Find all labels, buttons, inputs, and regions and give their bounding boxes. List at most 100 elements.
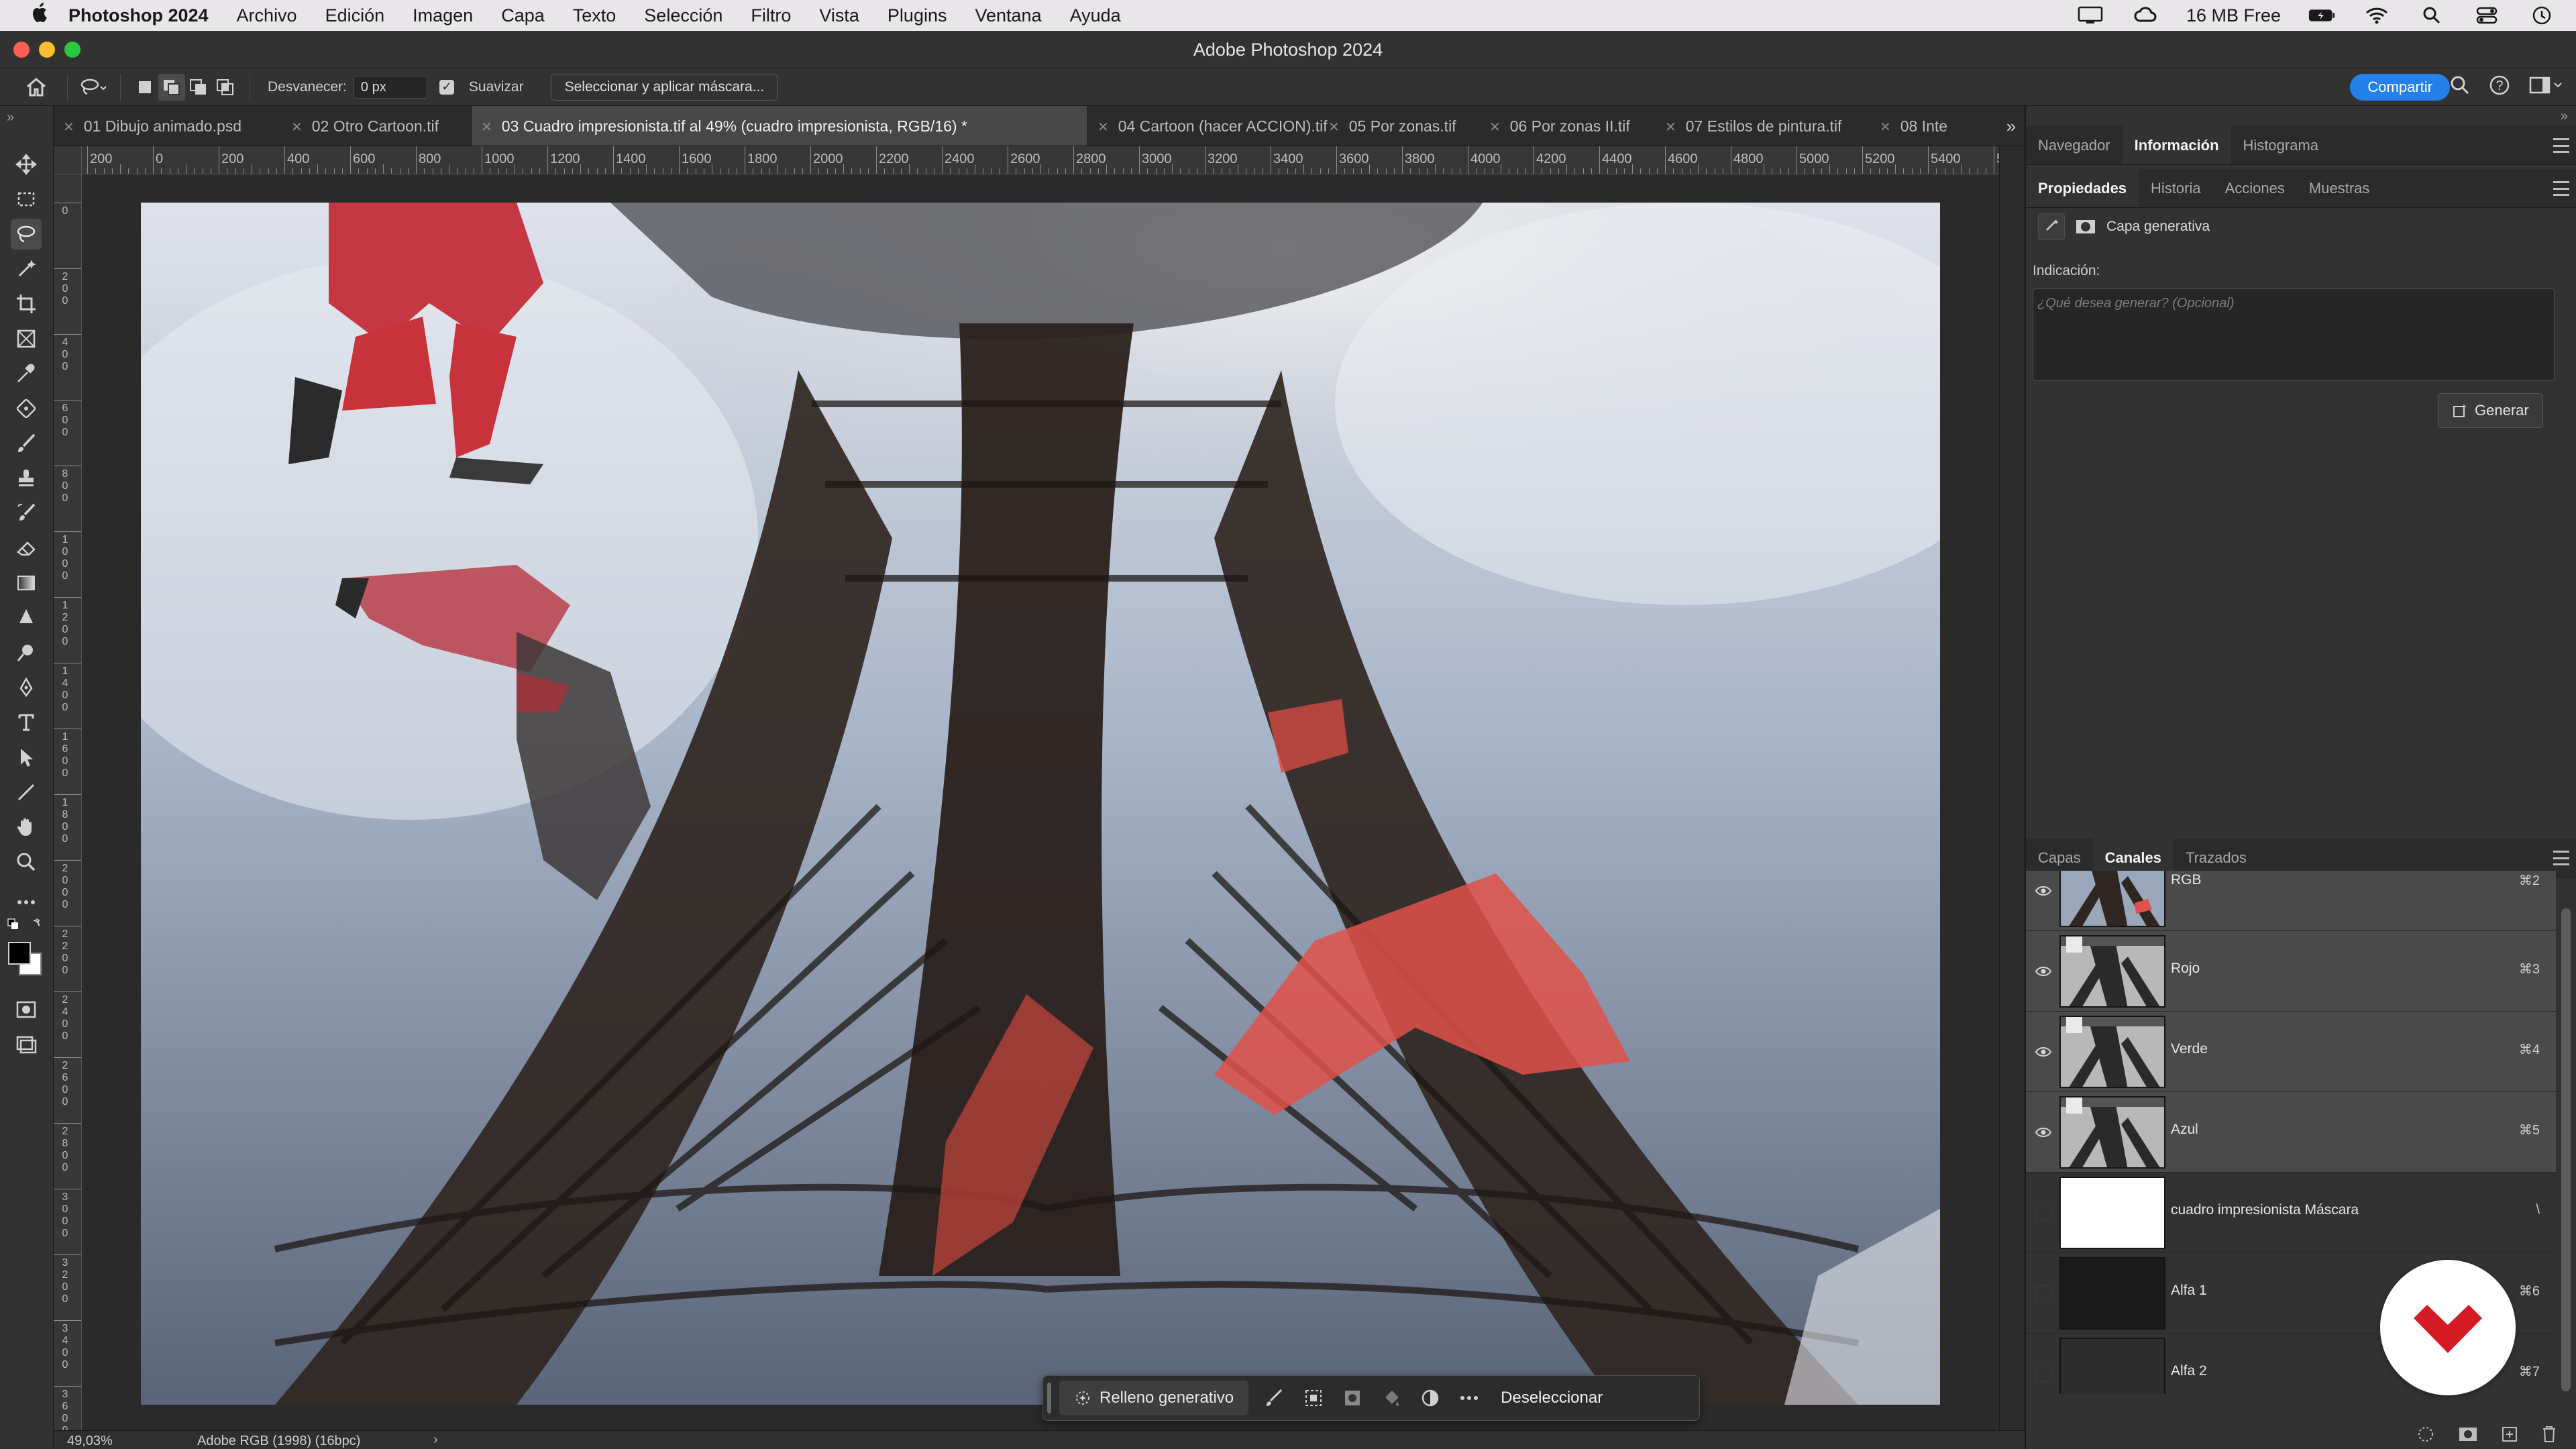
workspace-icon[interactable] — [2529, 75, 2563, 99]
panel-menu-icon[interactable] — [2553, 851, 2569, 865]
channel-thumbnail[interactable] — [2059, 1257, 2165, 1330]
document-tab[interactable]: ✕ 02 Otro Cartoon.tif — [282, 106, 439, 146]
wifi-icon[interactable] — [2363, 7, 2391, 24]
close-tab-icon[interactable]: ✕ — [1097, 120, 1109, 135]
close-tab-icon[interactable]: ✕ — [1328, 120, 1340, 135]
close-tab-icon[interactable]: ✕ — [1880, 120, 1891, 135]
subtract-from-selection-icon[interactable] — [185, 74, 212, 101]
feather-input[interactable]: 0 px — [353, 75, 427, 99]
eyedropper-tool-icon[interactable] — [11, 358, 42, 389]
crop-tool-icon[interactable] — [11, 288, 42, 319]
transform-selection-icon[interactable] — [1294, 1381, 1333, 1415]
history-brush-icon[interactable] — [11, 498, 42, 529]
visibility-eye-icon[interactable] — [2034, 881, 2053, 900]
frame-tool-icon[interactable] — [11, 323, 42, 354]
clock-icon[interactable] — [2528, 6, 2556, 25]
channel-thumbnail[interactable] — [2059, 871, 2165, 927]
channel-thumbnail[interactable] — [2059, 935, 2165, 1008]
visibility-toggle[interactable] — [2035, 1205, 2051, 1221]
document-tab[interactable]: ✕ 06 Por zonas II.tif — [1480, 106, 1630, 146]
blur-tool-icon[interactable] — [11, 602, 42, 633]
search-icon[interactable] — [2450, 75, 2470, 99]
prompt-input[interactable]: ¿Qué desea generar? (Opcional) — [2033, 288, 2555, 381]
status-menu-chevron-icon[interactable]: › — [433, 1432, 438, 1448]
document-tab-active[interactable]: ✕ 03 Cuadro impresionista.tif al 49% (cua… — [471, 106, 1088, 146]
menu-ayuda[interactable]: Ayuda — [1070, 5, 1121, 26]
tab-informacion[interactable]: Información — [2122, 126, 2231, 164]
zoom-tool-icon[interactable] — [11, 847, 42, 877]
document-tab[interactable]: ✕ 08 Inte — [1870, 106, 1947, 146]
select-and-mask-button[interactable]: Seleccionar y aplicar máscara... — [550, 73, 779, 101]
menu-filtro[interactable]: Filtro — [751, 5, 791, 26]
adjustment-layer-icon[interactable] — [1411, 1381, 1450, 1415]
lasso-tool-icon[interactable] — [11, 219, 42, 250]
close-tab-icon[interactable]: ✕ — [291, 120, 303, 135]
visibility-toggle[interactable] — [2035, 1366, 2051, 1382]
memory-status[interactable]: 16 MB Free — [2186, 5, 2281, 26]
move-tool-icon[interactable] — [11, 149, 42, 180]
channel-thumbnail[interactable] — [2059, 1096, 2165, 1169]
menu-seleccion[interactable]: Selección — [644, 5, 722, 26]
type-tool-icon[interactable] — [11, 707, 42, 738]
path-selection-tool-icon[interactable] — [11, 742, 42, 773]
vertical-ruler[interactable]: 0 200 400 600 800 1000 1200 1400 1600 1800 2000 220… — [54, 174, 82, 1430]
add-to-selection-icon[interactable] — [158, 73, 185, 101]
channel-thumbnail[interactable] — [2059, 1177, 2165, 1249]
color-swatches[interactable] — [7, 941, 47, 981]
lasso-tool-preset-icon[interactable] — [78, 72, 109, 102]
modify-selection-icon[interactable] — [1255, 1381, 1294, 1415]
home-icon[interactable] — [16, 68, 56, 106]
tab-historia[interactable]: Historia — [2139, 169, 2213, 207]
dodge-tool-icon[interactable] — [11, 637, 42, 668]
document-image[interactable] — [141, 203, 1940, 1405]
help-icon[interactable]: ? — [2489, 74, 2510, 100]
creative-cloud-icon[interactable] — [2131, 7, 2159, 24]
gradient-tool-icon[interactable] — [11, 568, 42, 598]
close-tab-icon[interactable]: ✕ — [1665, 120, 1676, 135]
more-options-icon[interactable] — [1450, 1381, 1489, 1415]
spot-healing-brush-icon[interactable] — [11, 393, 42, 424]
spotlight-search-icon[interactable] — [2418, 7, 2446, 24]
menu-imagen[interactable]: Imagen — [413, 5, 473, 26]
screen-mode-icon[interactable] — [11, 1029, 42, 1060]
tab-propiedades[interactable]: Propiedades — [2026, 169, 2139, 207]
rectangular-marquee-tool-icon[interactable] — [11, 184, 42, 215]
tab-navegador[interactable]: Navegador — [2026, 126, 2123, 164]
delete-channel-icon[interactable] — [2541, 1425, 2557, 1447]
visibility-toggle[interactable] — [2035, 1285, 2051, 1301]
fill-selection-icon[interactable] — [1372, 1381, 1411, 1415]
menu-texto[interactable]: Texto — [573, 5, 616, 26]
visibility-eye-icon[interactable] — [2034, 962, 2053, 981]
channel-row[interactable]: RGB ⌘2 — [2026, 871, 2556, 931]
battery-icon[interactable] — [2308, 7, 2336, 24]
hand-tool-icon[interactable] — [11, 812, 42, 843]
clone-stamp-tool-icon[interactable] — [11, 463, 42, 494]
document-tab[interactable]: ✕ 01 Dibujo animado.psd — [54, 106, 241, 146]
document-tab[interactable]: ✕ 04 Cartoon (hacer ACCION).tif — [1088, 106, 1328, 146]
menu-vista[interactable]: Vista — [819, 5, 859, 26]
canvas-area[interactable] — [82, 174, 1999, 1430]
more-tools-icon[interactable] — [11, 887, 42, 918]
deselect-button[interactable]: Deseleccionar — [1489, 1381, 1615, 1415]
taskbar-grip-handle[interactable] — [1047, 1383, 1051, 1413]
new-channel-icon[interactable] — [2501, 1426, 2518, 1446]
visibility-eye-icon[interactable] — [2034, 1042, 2053, 1061]
collapse-toolbar-icon[interactable]: » — [7, 110, 14, 125]
tab-acciones[interactable]: Acciones — [2213, 169, 2297, 207]
eraser-tool-icon[interactable] — [11, 533, 42, 564]
line-tool-icon[interactable] — [11, 777, 42, 808]
quick-mask-icon[interactable] — [11, 994, 42, 1025]
create-mask-icon[interactable] — [1333, 1381, 1372, 1415]
menu-archivo[interactable]: Archivo — [237, 5, 297, 26]
channel-row[interactable]: Azul ⌘5 — [2026, 1092, 2556, 1173]
share-button[interactable]: Compartir — [2350, 74, 2450, 101]
load-channel-as-selection-icon[interactable] — [2416, 1425, 2435, 1447]
pen-tool-icon[interactable] — [11, 672, 42, 703]
document-tab[interactable]: ✕ 07 Estilos de pintura.tif — [1656, 106, 1841, 146]
save-selection-as-channel-icon[interactable] — [2458, 1426, 2478, 1446]
collapse-panels-icon[interactable]: » — [2561, 109, 2568, 124]
channels-scrollbar[interactable] — [2561, 908, 2571, 1391]
menu-capa[interactable]: Capa — [501, 5, 545, 26]
panel-menu-icon[interactable] — [2553, 181, 2569, 196]
visibility-eye-icon[interactable] — [2034, 1123, 2053, 1142]
